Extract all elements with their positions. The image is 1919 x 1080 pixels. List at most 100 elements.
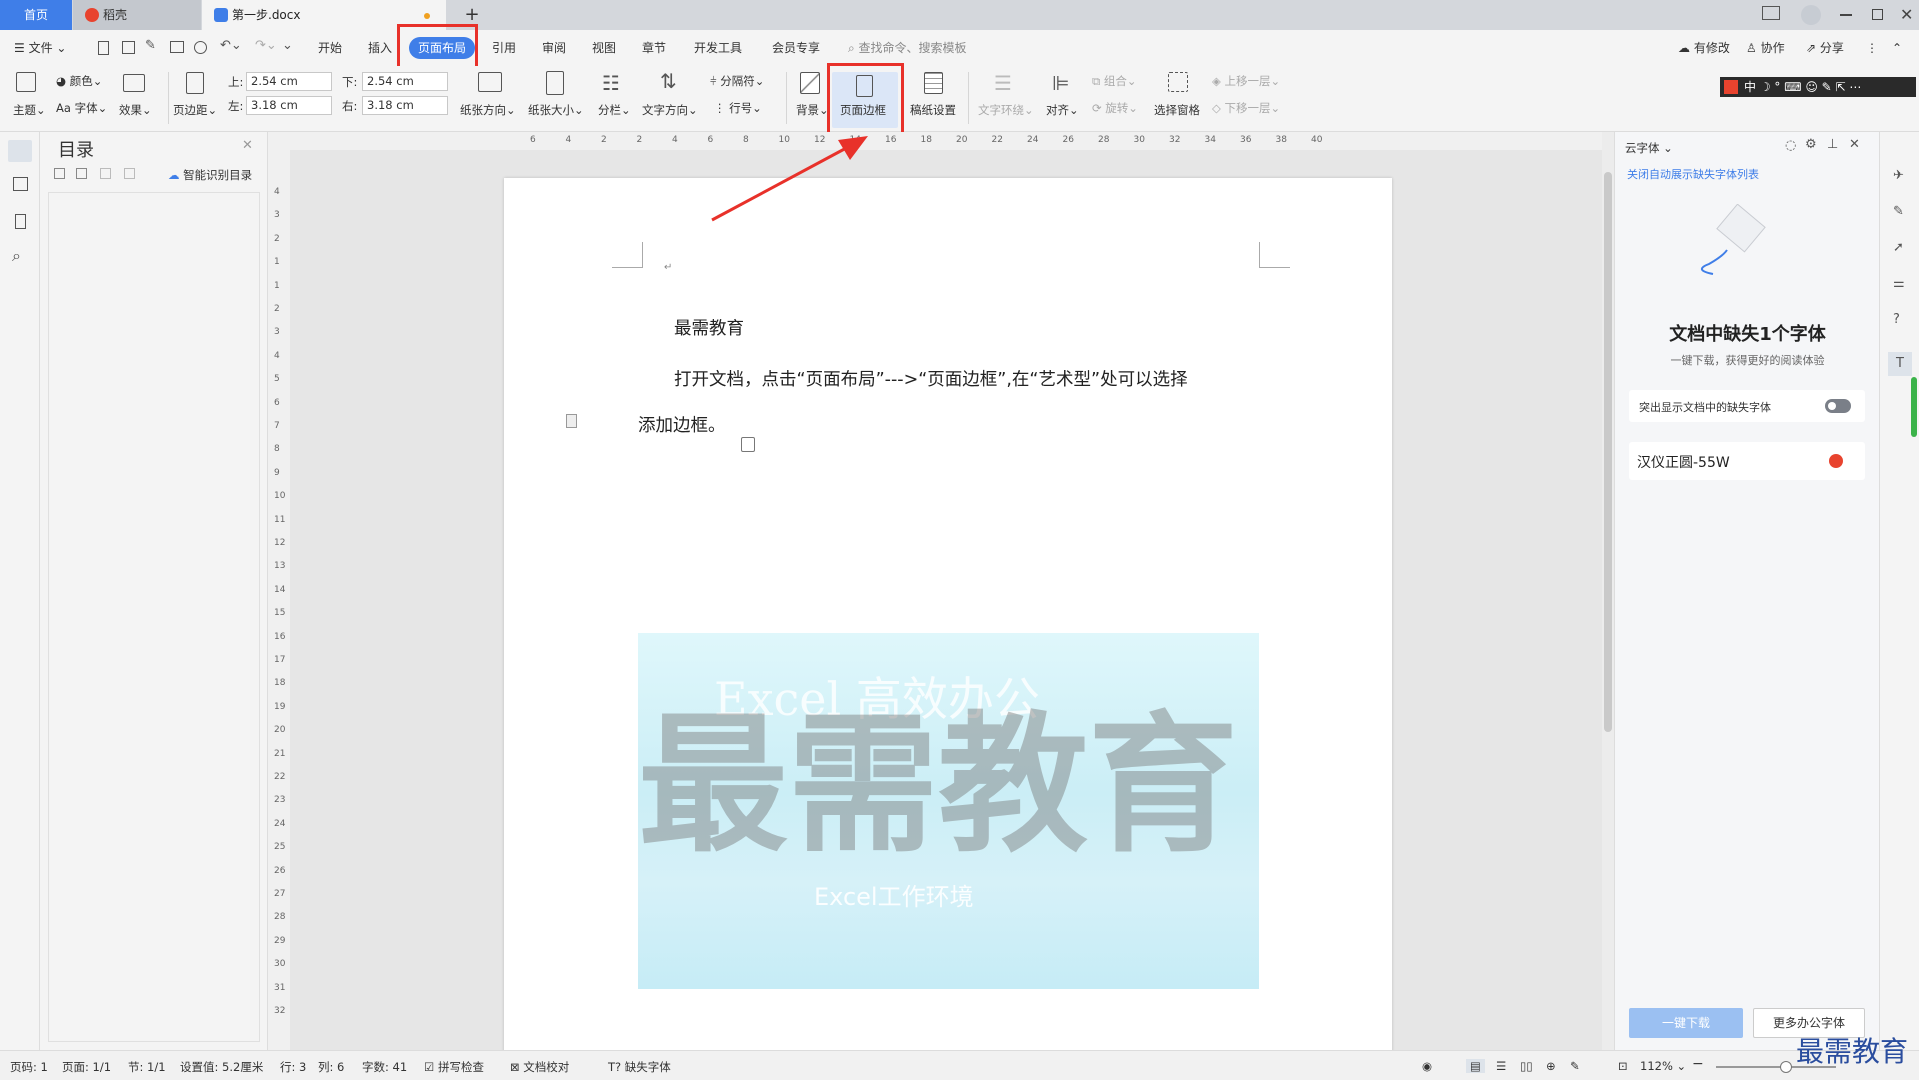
close-auto-link[interactable]: 关闭自动展示缺失字体列表: [1627, 166, 1759, 182]
minimize-icon[interactable]: [1840, 14, 1852, 16]
tab-chapter[interactable]: 章节: [642, 30, 666, 66]
undo-icon[interactable]: ↶⌄: [220, 38, 242, 53]
vertical-scrollbar[interactable]: [1602, 132, 1614, 1050]
share-button[interactable]: ⇗ 分享: [1806, 30, 1844, 66]
align-button[interactable]: 对齐⌄: [1046, 102, 1079, 118]
help-icon[interactable]: ?: [1893, 312, 1900, 327]
draft-settings-button[interactable]: 稿纸设置: [910, 102, 956, 118]
text-wrap-button[interactable]: 文字环绕⌄: [978, 102, 1034, 118]
missing-font-status[interactable]: T? 缺失字体: [608, 1059, 671, 1075]
bring-forward-button[interactable]: ◈ 上移一层⌄: [1212, 73, 1280, 89]
sliders-icon[interactable]: ⚌: [1893, 276, 1905, 291]
read-view-icon[interactable]: ▯▯: [1520, 1059, 1533, 1073]
paste-options-icon[interactable]: [741, 437, 755, 452]
bookmark-icon[interactable]: [15, 214, 26, 229]
menu-file[interactable]: ☰ 文件 ⌄: [14, 30, 66, 66]
print-preview-icon[interactable]: [194, 41, 207, 54]
page-border-button[interactable]: 页面边框: [832, 72, 898, 128]
quick-access-more-icon[interactable]: ⌄: [282, 38, 293, 53]
effect-button[interactable]: 效果⌄: [119, 102, 152, 118]
background-button[interactable]: 背景⌄: [796, 102, 829, 118]
add-heading-icon[interactable]: [100, 168, 111, 179]
collapse-icon[interactable]: [76, 168, 87, 179]
separator-button[interactable]: ⫩ 分隔符⌄: [710, 73, 764, 89]
proofread-button[interactable]: ⊠ 文档校对: [510, 1059, 569, 1075]
tab-review[interactable]: 审阅: [542, 30, 566, 66]
eye-protect-icon[interactable]: ◉: [1422, 1059, 1432, 1073]
tab-home[interactable]: 首页: [0, 0, 72, 30]
close-window-icon[interactable]: ✕: [1900, 5, 1913, 24]
close-panel-icon[interactable]: ✕: [1849, 137, 1860, 152]
expand-all-icon[interactable]: [54, 168, 65, 179]
paper-size-button[interactable]: 纸张大小⌄: [528, 102, 584, 118]
tab-daoke[interactable]: 稻壳: [73, 0, 201, 30]
collapse-ribbon-icon[interactable]: ⌃: [1892, 30, 1902, 66]
margins-button[interactable]: 页边距⌄: [173, 102, 217, 118]
chapter-nav-icon[interactable]: [13, 177, 28, 191]
layout-icon[interactable]: [1762, 6, 1780, 20]
zoom-slider-thumb[interactable]: [1780, 1061, 1792, 1073]
new-tab-button[interactable]: +: [460, 0, 484, 30]
send-backward-button[interactable]: ◇ 下移一层⌄: [1212, 100, 1280, 116]
font-panel-icon[interactable]: T: [1888, 352, 1912, 376]
smart-toc-button[interactable]: ☁ 智能识别目录: [168, 167, 252, 183]
tab-member[interactable]: 会员专享: [772, 30, 820, 66]
redo-icon[interactable]: ↷⌄: [255, 38, 277, 53]
cursor-icon[interactable]: ➚: [1893, 240, 1904, 255]
left-margin-input[interactable]: 3.18 cm: [246, 96, 332, 115]
new-doc-icon[interactable]: [98, 41, 109, 55]
more-icon[interactable]: ⋮: [1866, 30, 1878, 66]
page-view-icon[interactable]: ▤: [1466, 1059, 1485, 1073]
zoom-level[interactable]: 112% ⌄: [1640, 1059, 1686, 1073]
find-icon[interactable]: ⌕: [12, 246, 21, 266]
pen-view-icon[interactable]: ✎: [1570, 1059, 1580, 1073]
font-button[interactable]: Aa 字体⌄: [56, 100, 107, 116]
rocket-icon[interactable]: ✈: [1893, 168, 1904, 183]
bottom-margin-input[interactable]: 2.54 cm: [362, 72, 448, 91]
edit-icon[interactable]: ✎: [1893, 204, 1904, 219]
group-button[interactable]: ⧉ 组合⌄: [1092, 73, 1137, 89]
collab-button[interactable]: ♙ 协作: [1746, 30, 1785, 66]
format-painter-icon[interactable]: ✎: [145, 38, 156, 53]
tab-page-layout[interactable]: 页面布局: [409, 37, 476, 59]
top-margin-input[interactable]: 2.54 cm: [246, 72, 332, 91]
zoom-out-icon[interactable]: −: [1692, 1056, 1704, 1072]
text-direction-button[interactable]: 文字方向⌄: [642, 102, 698, 118]
document-page[interactable]: ↵ 最需教育 打开文档，点击“页面布局”--->“页面边框”,在“艺术型”处可以…: [504, 178, 1392, 1058]
ime-toolbar[interactable]: 中 ☽ ° ⌨ ☺ ✎ ⇱ ⋯: [1720, 77, 1916, 97]
tab-view[interactable]: 视图: [592, 30, 616, 66]
orientation-button[interactable]: 纸张方向⌄: [460, 102, 516, 118]
chat-icon[interactable]: ◌: [1785, 138, 1796, 153]
outline-icon[interactable]: [8, 140, 32, 162]
color-button[interactable]: ◕ 颜色⌄: [56, 73, 102, 89]
tab-start[interactable]: 开始: [318, 30, 342, 66]
tab-references[interactable]: 引用: [492, 30, 516, 66]
download-font-icon[interactable]: [1829, 454, 1843, 468]
restore-icon[interactable]: [1872, 9, 1883, 20]
inserted-image[interactable]: Excel 高效办公 最需教育 Excel工作环境: [638, 633, 1259, 989]
spell-check-button[interactable]: ☑ 拼写检查: [424, 1059, 484, 1075]
remove-heading-icon[interactable]: [124, 168, 135, 179]
web-view-icon[interactable]: ⊕: [1546, 1059, 1556, 1073]
highlight-toggle[interactable]: [1825, 399, 1851, 413]
paragraph-handle-icon[interactable]: [566, 414, 577, 428]
columns-button[interactable]: 分栏⌄: [598, 102, 631, 118]
print-icon[interactable]: [170, 41, 184, 53]
status-words[interactable]: 字数: 41: [362, 1059, 407, 1075]
tab-document[interactable]: 第一步.docx: [202, 0, 446, 30]
command-search[interactable]: ⌕ 查找命令、搜索模板: [848, 30, 967, 66]
tab-insert[interactable]: 插入: [368, 30, 392, 66]
tab-developer[interactable]: 开发工具: [694, 30, 742, 66]
theme-button[interactable]: 主题⌄: [13, 102, 46, 118]
right-margin-input[interactable]: 3.18 cm: [362, 96, 448, 115]
rotate-button[interactable]: ⟳ 旋转⌄: [1092, 100, 1138, 116]
avatar[interactable]: [1801, 5, 1821, 25]
selection-pane-button[interactable]: 选择窗格: [1154, 102, 1200, 118]
fit-page-icon[interactable]: ⊡: [1618, 1059, 1628, 1073]
download-all-button[interactable]: 一键下载: [1629, 1008, 1743, 1038]
modified-button[interactable]: ☁ 有修改: [1678, 30, 1730, 66]
settings-icon[interactable]: ⚙: [1805, 137, 1817, 152]
missing-font-item[interactable]: 汉仪正圆-55W: [1629, 442, 1865, 480]
panel-title[interactable]: 云字体 ⌄: [1625, 140, 1673, 156]
outline-view-icon[interactable]: ☰: [1496, 1059, 1506, 1073]
